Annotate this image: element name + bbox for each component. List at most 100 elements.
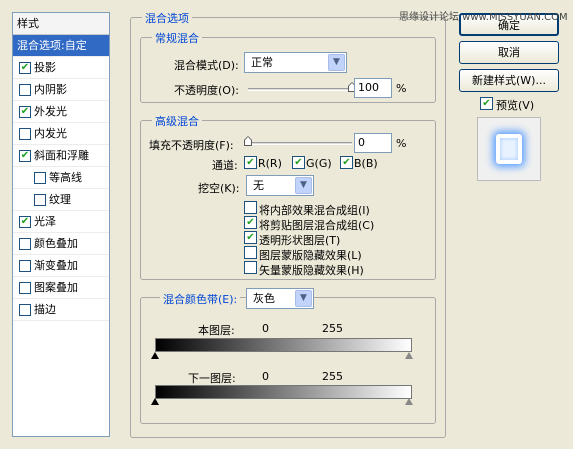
style-checkbox[interactable] [19,128,31,140]
style-checkbox[interactable] [34,172,46,184]
advanced-option-checkbox[interactable]: ✔ [244,216,257,229]
channel-label: G(G) [306,157,332,170]
style-list-item-label: 等高线 [49,171,82,184]
style-list-item[interactable]: ✔ 光泽 [13,211,109,233]
chevron-down-icon: ▼ [295,290,312,307]
knockout-value: 无 [253,179,264,192]
style-list-item-label: 渐变叠加 [34,259,78,272]
style-list-item[interactable]: 颜色叠加 [13,233,109,255]
style-list-item-label: 外发光 [34,105,67,118]
blend-if-value: 灰色 [253,292,275,305]
style-list-item-label: 纹理 [49,193,71,206]
style-list-item[interactable]: 等高线 [13,167,109,189]
knockout-label: 挖空(K): [198,182,240,195]
opacity-slider-track[interactable] [248,88,352,91]
style-list-item[interactable]: 纹理 [13,189,109,211]
style-checkbox[interactable]: ✔ [19,150,31,162]
blend-mode-label: 混合模式(D): [174,59,239,72]
style-checkbox[interactable] [19,260,31,272]
advanced-option-label: 图层蒙版隐藏效果(L) [259,249,362,262]
style-checkbox[interactable] [19,84,31,96]
style-list-header: 样式 [13,13,109,35]
style-list-item-label: 斜面和浮雕 [34,149,89,162]
style-checkbox[interactable] [34,194,46,206]
preview-checkbox[interactable]: ✔ [480,97,493,110]
this-layer-low: 0 [262,322,269,335]
channel-checkbox[interactable]: ✔ [340,156,353,169]
style-checkbox[interactable] [19,304,31,316]
style-list-item-label: 内阴影 [34,83,67,96]
channel-label: B(B) [354,157,378,170]
fill-opacity-percent: % [396,137,407,150]
style-list: 样式 混合选项:自定 ✔ 投影 内阴影 ✔ 外发光 内发光 ✔ 斜面和浮雕 等高线 纹理 ✔ 光泽 颜色叠… [12,12,110,437]
style-list-item[interactable]: ✔ 斜面和浮雕 [13,145,109,167]
style-preview-thumbnail [477,117,541,181]
style-list-item-label: 颜色叠加 [34,237,78,250]
style-list-item-label: 内发光 [34,127,67,140]
fill-opacity-label: 填充不透明度(F): [149,139,234,152]
underlying-layer-label: 下一图层: [188,372,236,385]
advanced-option-label: 透明形状图层(T) [259,234,341,247]
cancel-button[interactable]: 取消 [459,41,559,64]
opacity-percent: % [396,82,407,95]
channels-label: 通道: [212,159,238,172]
underlying-layer-low: 0 [262,370,269,383]
preview-glow-shape [496,134,522,164]
chevron-down-icon: ▼ [295,177,312,194]
underlying-white-slider[interactable] [405,398,413,405]
advanced-option-label: 将内部效果混合成组(I) [259,204,370,217]
blending-options-title: 混合选项 [142,10,192,26]
this-layer-high: 255 [322,322,343,335]
channel-checkbox[interactable]: ✔ [292,156,305,169]
this-layer-gradient [155,338,412,352]
fill-opacity-input[interactable]: 0 [354,133,392,153]
style-list-item-label: 投影 [34,61,56,74]
advanced-blending-title: 高级混合 [152,113,202,129]
style-list-item-label: 描边 [34,303,56,316]
blend-mode-value: 正常 [251,56,273,69]
watermark: 思缘设计论坛 www.MISSYUAN.COM [399,12,568,23]
this-layer-white-slider[interactable] [405,352,413,359]
style-checkbox[interactable] [19,282,31,294]
advanced-option-checkbox[interactable] [244,201,257,214]
blend-if-select[interactable]: 灰色 ▼ [246,288,314,309]
advanced-option-checkbox[interactable] [244,246,257,259]
style-list-item[interactable]: 渐变叠加 [13,255,109,277]
style-checkbox[interactable] [19,238,31,250]
style-list-item[interactable]: 内阴影 [13,79,109,101]
general-blending-title: 常规混合 [152,30,202,46]
style-list-item[interactable]: ✔ 外发光 [13,101,109,123]
this-layer-label: 本图层: [198,324,235,337]
style-checkbox[interactable]: ✔ [19,62,31,74]
style-list-item[interactable]: 混合选项:自定 [13,35,109,57]
style-checkbox[interactable]: ✔ [19,106,31,118]
channel-label: R(R) [258,157,282,170]
style-list-item-label: 混合选项:自定 [17,39,87,52]
blend-if-label: 混合颜色带(E): [160,291,241,307]
chevron-down-icon: ▼ [328,54,345,71]
advanced-option-label: 将剪贴图层混合成组(C) [259,219,375,232]
blend-if-group [140,297,436,424]
preview-label: 预览(V) [496,99,535,112]
style-list-item[interactable]: 内发光 [13,123,109,145]
channel-checkbox[interactable]: ✔ [244,156,257,169]
new-style-button[interactable]: 新建样式(W)... [459,69,559,92]
underlying-black-slider[interactable] [151,398,159,405]
style-list-item[interactable]: 描边 [13,299,109,321]
opacity-input[interactable]: 100 [354,78,392,98]
advanced-option-checkbox[interactable] [244,261,257,274]
fill-opacity-slider-track[interactable] [248,142,352,145]
advanced-option-checkbox[interactable]: ✔ [244,231,257,244]
opacity-label: 不透明度(O): [174,84,239,97]
underlying-layer-gradient [155,385,412,399]
style-checkbox[interactable]: ✔ [19,216,31,228]
knockout-select[interactable]: 无 ▼ [246,175,314,196]
style-list-item-label: 图案叠加 [34,281,78,294]
this-layer-black-slider[interactable] [151,352,159,359]
style-list-item-label: 光泽 [34,215,56,228]
underlying-layer-high: 255 [322,370,343,383]
style-list-item[interactable]: 图案叠加 [13,277,109,299]
style-list-item[interactable]: ✔ 投影 [13,57,109,79]
blend-mode-select[interactable]: 正常 ▼ [244,52,347,73]
advanced-option-label: 矢量蒙版隐藏效果(H) [259,264,364,277]
